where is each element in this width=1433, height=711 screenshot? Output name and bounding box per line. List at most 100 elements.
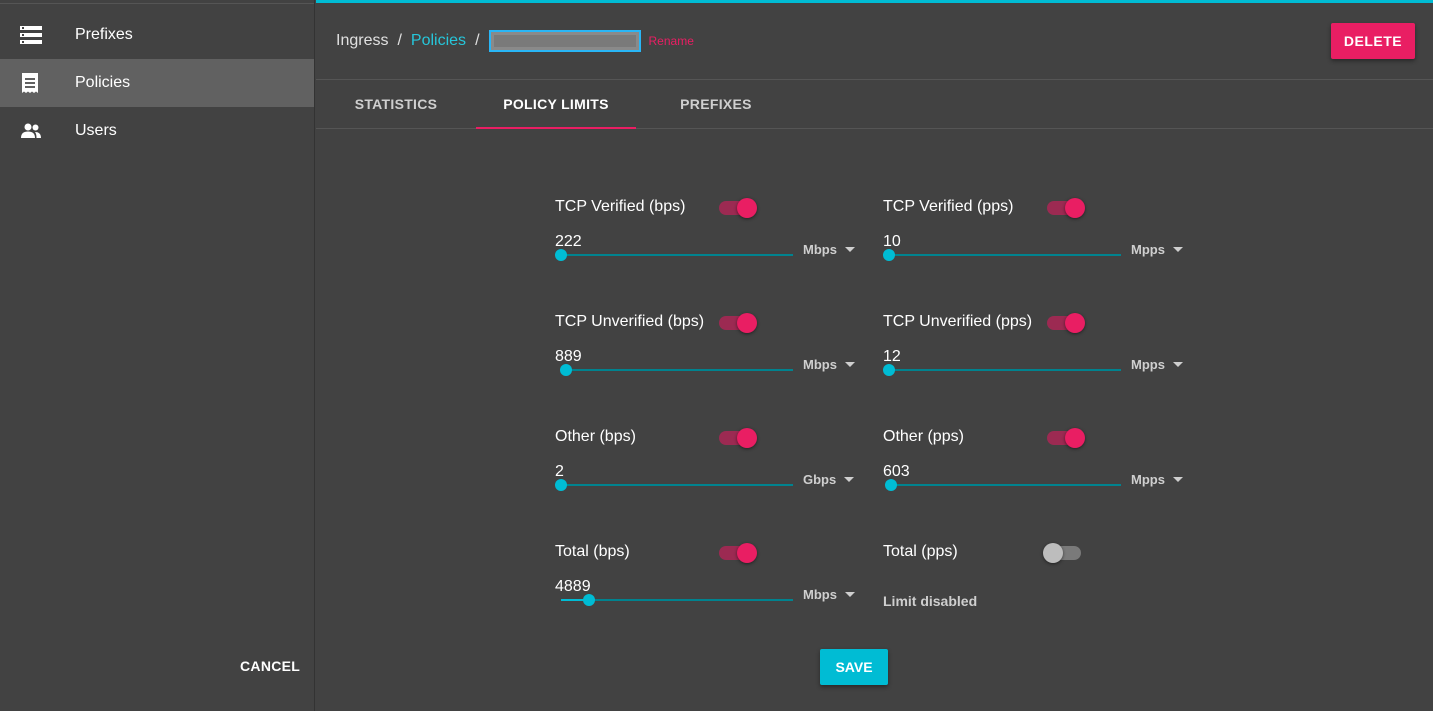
limit-slider[interactable]: [561, 594, 793, 606]
cancel-button[interactable]: CANCEL: [240, 651, 300, 681]
sidebar-item-label: Policies: [75, 74, 131, 91]
chevron-down-icon: [844, 477, 855, 482]
limit-toggle[interactable]: [1047, 198, 1085, 218]
slider-thumb[interactable]: [559, 364, 572, 376]
tab-bar: STATISTICS POLICY LIMITS PREFIXES: [316, 80, 1433, 129]
limit-value-input[interactable]: 4889: [555, 578, 591, 596]
limit-block: TCP Unverified (bps) 889 Mbps: [555, 313, 855, 393]
rename-link[interactable]: Rename: [649, 34, 694, 48]
policy-name-field[interactable]: [488, 30, 641, 52]
tab-policy-limits[interactable]: POLICY LIMITS: [476, 80, 636, 129]
sidebar-item-policies[interactable]: Policies: [0, 59, 314, 107]
chevron-down-icon: [844, 592, 855, 597]
unit-label: Gbps: [803, 472, 837, 487]
sidebar-divider: [0, 0, 314, 4]
breadcrumb-policies-link[interactable]: Policies: [411, 32, 466, 50]
limit-block: TCP Verified (bps) 222 Mbps: [555, 198, 855, 278]
unit-select[interactable]: Mpps: [1131, 357, 1183, 372]
toggle-knob: [737, 428, 757, 448]
limit-value-input[interactable]: 12: [883, 348, 901, 366]
tab-statistics[interactable]: STATISTICS: [316, 80, 476, 128]
limit-title: TCP Unverified (bps): [555, 313, 705, 330]
unit-select[interactable]: Mpps: [1131, 242, 1183, 257]
limit-block: Total (pps) Limit disabled: [883, 543, 1183, 623]
limit-slider[interactable]: [883, 364, 1121, 376]
limit-slider[interactable]: [883, 249, 1121, 261]
unit-select[interactable]: Mbps: [803, 587, 855, 602]
toggle-knob: [1065, 313, 1085, 333]
unit-select[interactable]: Mpps: [1131, 472, 1183, 487]
sidebar: Prefixes Policies Users: [0, 0, 315, 711]
breadcrumb-separator: /: [397, 32, 402, 49]
limit-block: Other (bps) 2 Gbps: [555, 428, 855, 508]
main-content: Ingress / Policies / Rename DELETE STATI…: [316, 0, 1433, 711]
limit-toggle[interactable]: [719, 428, 757, 448]
limit-title: Total (pps): [883, 543, 958, 560]
limit-toggle[interactable]: [719, 313, 757, 333]
limit-block: Other (pps) 603 Mpps: [883, 428, 1183, 508]
list-icon: [0, 26, 75, 44]
limit-toggle[interactable]: [719, 543, 757, 563]
save-button[interactable]: SAVE: [820, 649, 888, 685]
sidebar-item-label: Prefixes: [75, 26, 133, 43]
limit-slider[interactable]: [555, 249, 793, 261]
limit-title: Other (bps): [555, 428, 636, 445]
slider-thumb[interactable]: [883, 249, 895, 261]
limit-title: TCP Verified (pps): [883, 198, 1014, 215]
sidebar-item-users[interactable]: Users: [0, 107, 314, 155]
unit-select[interactable]: Mbps: [803, 357, 855, 372]
limit-block: TCP Verified (pps) 10 Mpps: [883, 198, 1183, 278]
toggle-knob: [737, 543, 757, 563]
breadcrumb-separator: /: [475, 32, 480, 49]
slider-thumb[interactable]: [883, 364, 895, 376]
limit-title: Other (pps): [883, 428, 964, 445]
limit-block: Total (bps) 4889 Mbps: [555, 543, 855, 623]
slider-thumb[interactable]: [885, 479, 898, 491]
sidebar-item-prefixes[interactable]: Prefixes: [0, 11, 314, 59]
slider-thumb[interactable]: [555, 479, 567, 491]
tab-prefixes[interactable]: PREFIXES: [636, 80, 796, 128]
limit-toggle[interactable]: [719, 198, 757, 218]
limit-title: Total (bps): [555, 543, 630, 560]
toggle-knob: [737, 313, 757, 333]
limit-value-input[interactable]: 603: [883, 463, 910, 481]
breadcrumb-ingress: Ingress: [336, 32, 389, 49]
redacted-name: [493, 35, 636, 47]
limit-slider[interactable]: [885, 479, 1121, 491]
slider-thumb[interactable]: [555, 249, 567, 261]
unit-label: Mpps: [1131, 242, 1165, 257]
toggle-knob: [1043, 543, 1063, 563]
limit-slider[interactable]: [559, 364, 793, 376]
limit-toggle[interactable]: [1047, 428, 1085, 448]
limit-value-input[interactable]: 889: [555, 348, 582, 366]
chevron-down-icon: [844, 362, 855, 367]
delete-button[interactable]: DELETE: [1331, 23, 1415, 59]
unit-label: Mbps: [803, 242, 837, 257]
limit-title: TCP Verified (bps): [555, 198, 686, 215]
chevron-down-icon: [1172, 477, 1183, 482]
chevron-down-icon: [1172, 362, 1183, 367]
toggle-knob: [1065, 428, 1085, 448]
chevron-down-icon: [1172, 247, 1183, 252]
unit-select[interactable]: Mbps: [803, 242, 855, 257]
limit-title: TCP Unverified (pps): [883, 313, 1033, 330]
unit-select[interactable]: Gbps: [803, 472, 855, 487]
receipt-icon: [0, 73, 75, 93]
unit-label: Mbps: [803, 587, 837, 602]
toggle-knob: [1065, 198, 1085, 218]
people-icon: [0, 123, 75, 139]
unit-label: Mpps: [1131, 472, 1165, 487]
toggle-knob: [737, 198, 757, 218]
limit-slider[interactable]: [555, 479, 793, 491]
limit-toggle[interactable]: [1043, 543, 1081, 563]
limit-value-input[interactable]: 10: [883, 233, 901, 251]
chevron-down-icon: [844, 247, 855, 252]
limit-toggle[interactable]: [1047, 313, 1085, 333]
page-header: Ingress / Policies / Rename DELETE: [316, 3, 1433, 80]
sidebar-item-label: Users: [75, 122, 117, 139]
limit-block: TCP Unverified (pps) 12 Mpps: [883, 313, 1183, 393]
slider-thumb[interactable]: [582, 594, 595, 606]
limit-disabled-note: Limit disabled: [883, 593, 978, 609]
unit-label: Mpps: [1131, 357, 1165, 372]
unit-label: Mbps: [803, 357, 837, 372]
